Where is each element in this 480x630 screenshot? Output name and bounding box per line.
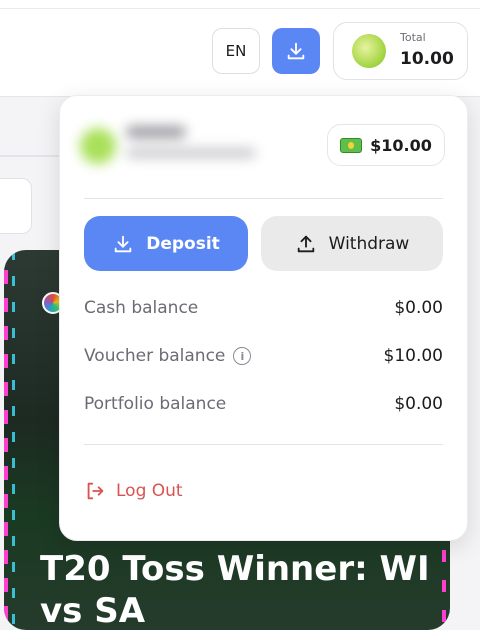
user-avatar: [352, 34, 386, 68]
info-icon[interactable]: i: [233, 347, 252, 365]
voucher-balance-label: Voucher balance: [84, 346, 226, 366]
upload-icon: [297, 235, 314, 252]
logout-icon: [87, 482, 104, 500]
withdraw-label: Withdraw: [328, 233, 410, 254]
logout-label: Log Out: [116, 481, 183, 501]
background-input: [0, 178, 32, 234]
download-icon: [114, 235, 132, 252]
language-button[interactable]: EN: [212, 28, 260, 74]
total-value: 10.00: [400, 49, 454, 69]
voucher-balance-value: $10.00: [383, 346, 443, 366]
top-bar: EN Total 10.00: [0, 0, 480, 97]
money-icon: [340, 137, 363, 153]
background-divider: [0, 155, 60, 157]
total-label: Total: [400, 31, 426, 44]
account-dropdown: $10.00 Deposit Withdraw Cash balance $0.…: [59, 95, 468, 541]
portfolio-balance-row: Portfolio balance $0.00: [84, 394, 443, 418]
divider: [84, 198, 443, 199]
cash-balance-row: Cash balance $0.00: [84, 298, 443, 322]
deposit-button[interactable]: Deposit: [84, 216, 248, 271]
market-title: T20 Toss Winner: WI vs SA: [40, 549, 430, 630]
top-divider: [0, 8, 480, 9]
cash-balance-label: Cash balance: [84, 298, 199, 318]
logout-button[interactable]: Log Out: [84, 478, 183, 504]
divider: [84, 444, 443, 445]
cash-balance-value: $0.00: [394, 298, 443, 318]
download-button[interactable]: [272, 28, 320, 74]
balance-chip-amount: $10.00: [370, 135, 432, 155]
balance-chip: $10.00: [327, 124, 445, 166]
portfolio-balance-value: $0.00: [394, 394, 443, 414]
portfolio-balance-label: Portfolio balance: [84, 394, 227, 414]
voucher-balance-row: Voucher balance i $10.00: [84, 346, 443, 370]
language-label: EN: [225, 42, 247, 60]
deposit-label: Deposit: [146, 233, 220, 254]
download-icon: [287, 42, 305, 60]
total-balance-pill[interactable]: Total 10.00: [333, 22, 468, 80]
neon-stripe: [12, 250, 15, 630]
user-info-blurred: [80, 122, 270, 168]
neon-stripe: [4, 270, 8, 630]
withdraw-button[interactable]: Withdraw: [261, 216, 443, 271]
